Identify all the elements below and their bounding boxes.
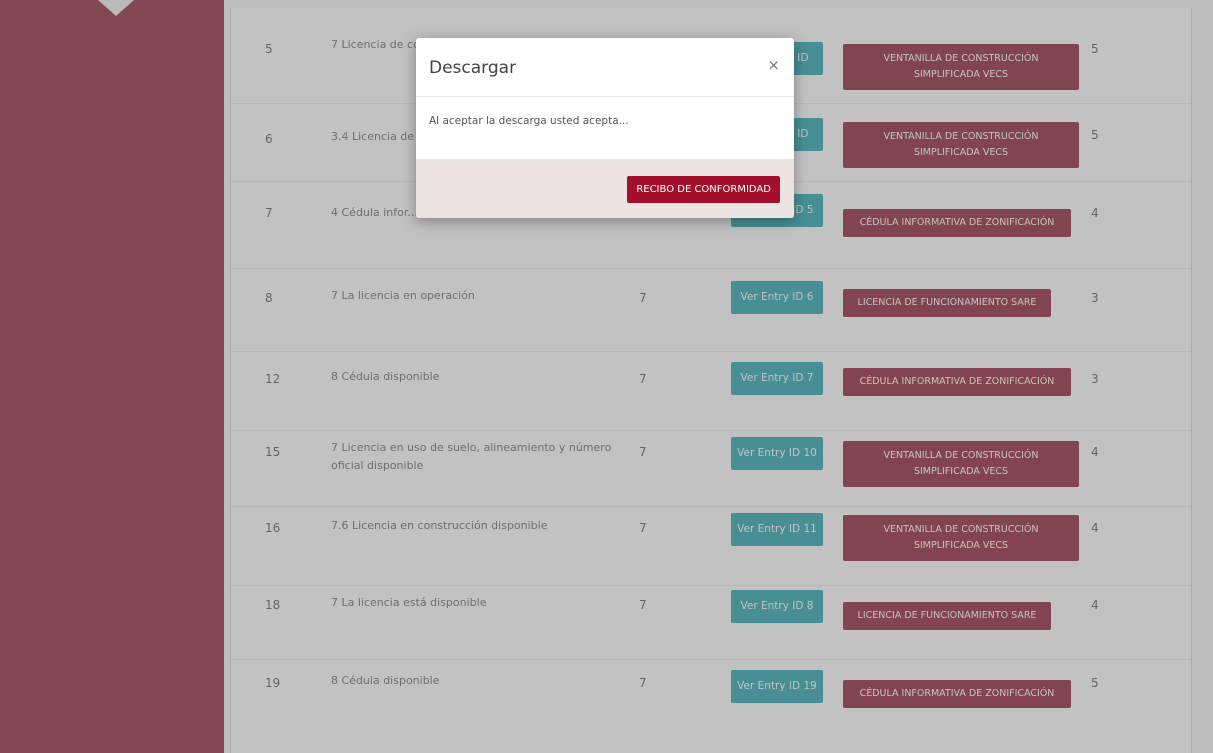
close-icon[interactable]: × bbox=[767, 56, 780, 74]
confirm-receipt-button[interactable]: RECIBO DE CONFORMIDAD bbox=[627, 176, 780, 203]
modal-header: Descargar × bbox=[416, 38, 794, 97]
modal-body-text: Al aceptar la descarga usted acepta... bbox=[429, 115, 629, 127]
modal-body: Al aceptar la descarga usted acepta... bbox=[416, 97, 794, 159]
download-modal: Descargar × Al aceptar la descarga usted… bbox=[416, 38, 794, 218]
modal-title: Descargar bbox=[429, 58, 517, 78]
modal-footer: RECIBO DE CONFORMIDAD bbox=[416, 159, 794, 218]
